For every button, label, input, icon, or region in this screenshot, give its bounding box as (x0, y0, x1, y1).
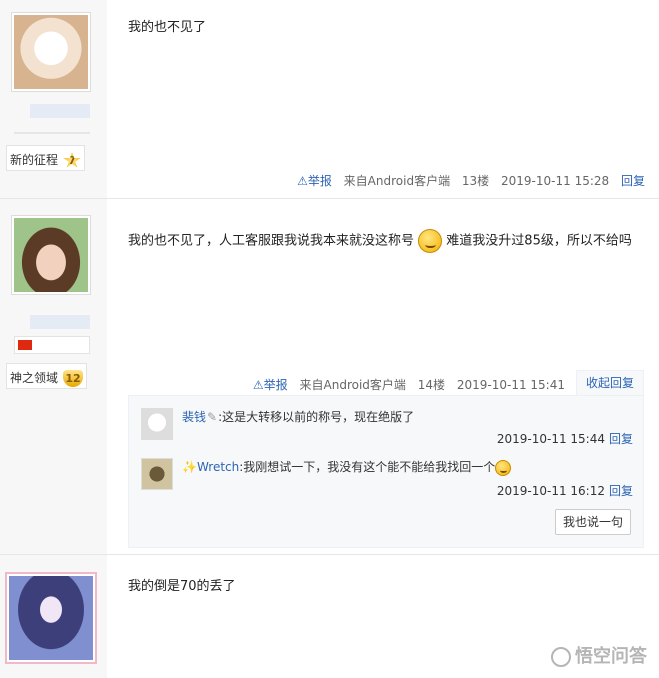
avatar[interactable] (11, 215, 91, 295)
smiley-emoji-icon (495, 459, 512, 476)
reply-meta: 2019-10-11 15:44 回复 (497, 430, 633, 447)
author-column (0, 555, 107, 678)
author-column: 新的征程 7 (0, 0, 107, 198)
reply-thread: 裴钱✎:这是大转移以前的称号，现在绝版了 2019-10-11 15:44 回复 … (128, 395, 644, 548)
reply-time: 2019-10-11 16:12 (496, 484, 605, 498)
username-blurred[interactable] (30, 315, 90, 329)
reply-item: 裴钱✎:这是大转移以前的称号，现在绝版了 2019-10-11 15:44 回复 (141, 408, 633, 454)
post-content: 我的倒是70的丢了 (128, 579, 236, 594)
post-content: 我的也不见了 (128, 20, 207, 35)
title-badge[interactable]: 新的征程 7 (6, 145, 86, 171)
reply-user[interactable]: Wretch (197, 460, 239, 474)
report-link[interactable]: ⚠举报 (253, 378, 288, 392)
reply-meta: 2019-10-11 16:12 回复 (497, 482, 633, 499)
wukong-logo-icon (551, 647, 571, 667)
client-source: 来自Android客户端 (299, 378, 406, 392)
reply-text: :我刚想试一下，我没有这个能不能给我找回一个 (239, 460, 496, 474)
badge-label: 神之领域 (10, 371, 59, 385)
reply-time: 2019-10-11 15:44 (496, 432, 605, 446)
post-text-after: 难道我没升过85级，所以不给吗 (446, 233, 632, 249)
flag-icon (14, 336, 90, 354)
author-column: 神之领域 12 (0, 199, 107, 554)
reply-body: ✨Wretch:我刚想试一下，我没有这个能不能给我找回一个 (182, 458, 512, 476)
post-meta: ⚠举报 来自Android客户端 13楼 2019-10-11 15:28 回复 (289, 172, 645, 189)
title-badge[interactable]: 神之领域 12 (6, 363, 88, 389)
reply-user[interactable]: 裴钱 (182, 410, 206, 424)
client-source: 来自Android客户端 (343, 174, 451, 188)
avatar-image (14, 15, 88, 89)
smiley-emoji-icon (418, 229, 443, 253)
post-13: 新的征程 7 我的也不见了 ⚠举报 来自Android客户端 13楼 2019-1… (0, 0, 659, 198)
post-text: 我的也不见了，人工客服跟我说我本来就没这称号 (128, 233, 415, 249)
post-time: 2019-10-11 15:41 (456, 378, 565, 392)
floor-number: 13楼 (461, 174, 490, 188)
say-something-button[interactable]: 我也说一句 (555, 509, 631, 535)
level-shield-icon: 12 (63, 370, 84, 387)
report-link[interactable]: ⚠举报 (297, 174, 332, 188)
avatar-image (14, 218, 88, 292)
reply-link[interactable]: 回复 (621, 174, 645, 188)
reply-item: ✨Wretch:我刚想试一下，我没有这个能不能给我找回一个 2019-10-11… (141, 458, 633, 504)
reply-body: 裴钱✎:这是大转移以前的称号，现在绝版了 (182, 408, 414, 425)
watermark: 悟空问答 (551, 642, 647, 668)
badge-label: 新的征程 (10, 153, 59, 167)
reply-link[interactable]: 回复 (609, 484, 633, 498)
pen-icon: ✎ (207, 410, 218, 424)
username-blurred[interactable] (30, 104, 90, 118)
avatar[interactable] (5, 572, 97, 664)
avatar-image (9, 576, 93, 660)
reply-avatar[interactable] (141, 408, 173, 440)
post-content: 我的也不见了，人工客服跟我说我本来就没这称号 难道我没升过85级，所以不给吗 (128, 229, 632, 253)
divider-line (14, 132, 90, 134)
reply-avatar[interactable] (141, 458, 173, 490)
post-meta: ⚠举报 来自Android客户端 14楼 2019-10-11 15:41 (245, 376, 565, 393)
reply-text: :这是大转移以前的称号，现在绝版了 (218, 410, 415, 424)
post-time: 2019-10-11 15:28 (501, 174, 610, 188)
avatar[interactable] (11, 12, 91, 92)
collapse-replies-button[interactable]: 收起回复 (576, 370, 644, 396)
reply-link[interactable]: 回复 (609, 432, 633, 446)
sparkle-icon: ✨ (182, 460, 197, 474)
level-star-icon: 7 (63, 152, 81, 168)
floor-number: 14楼 (417, 378, 446, 392)
